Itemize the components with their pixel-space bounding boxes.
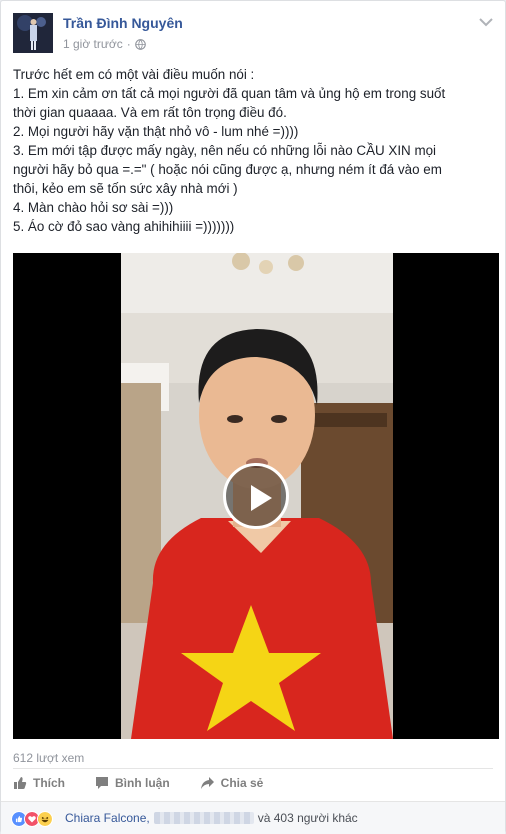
post-header: Trần Đình Nguyên 1 giờ trước · — [13, 13, 493, 55]
blurred-name — [153, 812, 254, 824]
reactor-others[interactable]: và 403 người khác — [258, 811, 358, 825]
haha-icon — [37, 811, 53, 827]
avatar[interactable] — [13, 13, 53, 53]
reaction-icons[interactable] — [11, 811, 53, 827]
post-meta: 1 giờ trước · — [63, 37, 146, 51]
author-name[interactable]: Trần Đình Nguyên — [63, 15, 183, 31]
play-button[interactable] — [223, 463, 289, 529]
share-button[interactable]: Chia sẻ — [200, 771, 264, 795]
post-card: Trần Đình Nguyên 1 giờ trước · Trước hết… — [0, 0, 506, 834]
chevron-down-icon[interactable] — [479, 17, 493, 27]
share-icon — [200, 777, 214, 789]
video-player[interactable] — [13, 253, 499, 739]
reactions-bar[interactable]: Chiara Falcone, và 403 người khác — [1, 801, 505, 834]
play-icon — [251, 485, 272, 511]
post-line: 3. Em mới tập được mấy ngày, nên nếu có … — [13, 143, 437, 158]
post-line: 2. Mọi người hãy vặn thật nhỏ vô - lum n… — [13, 124, 299, 139]
post-message: Trước hết em có một vài điều muốn nói : … — [13, 65, 495, 236]
post-line: thời gian quaaaa. Và em rất tôn trọng đi… — [13, 105, 287, 120]
divider — [13, 768, 493, 769]
meta-separator: · — [126, 37, 131, 51]
reaction-summary: Chiara Falcone, và 403 người khác — [65, 811, 358, 825]
view-count: 612 lượt xem — [13, 751, 85, 765]
comment-label: Bình luận — [115, 776, 170, 790]
share-label: Chia sẻ — [220, 776, 264, 790]
reactor-name[interactable]: Chiara Falcone, — [65, 811, 150, 825]
post-line: thôi, kẻo em sẽ tốn sức xây nhà mới ) — [13, 181, 238, 196]
post-line: 1. Em xin cảm ơn tất cả mọi người đã qua… — [13, 86, 446, 101]
post-line: 4. Màn chào hỏi sơ sài =))) — [13, 200, 174, 215]
globe-icon[interactable] — [134, 38, 146, 50]
post-line: Trước hết em có một vài điều muốn nói : — [13, 67, 255, 82]
thumbs-up-icon — [14, 777, 27, 789]
comment-icon — [96, 777, 108, 789]
like-label: Thích — [33, 776, 65, 790]
action-bar: Thích Bình luận Chia sẻ — [13, 771, 493, 795]
post-line: người hãy bỏ qua =.=" ( hoặc nói cũng đư… — [13, 162, 442, 177]
post-line: 5. Áo cờ đỏ sao vàng ahihihiiii =))))))) — [13, 219, 235, 234]
like-button[interactable]: Thích — [13, 771, 65, 795]
comment-button[interactable]: Bình luận — [95, 771, 170, 795]
post-time[interactable]: 1 giờ trước — [63, 37, 123, 51]
